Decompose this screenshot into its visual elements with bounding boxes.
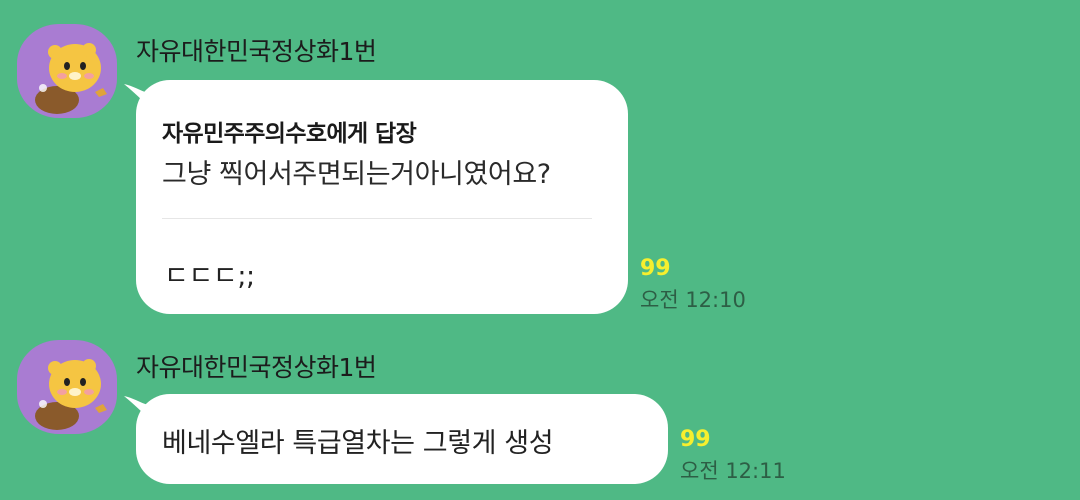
- message-bubble[interactable]: 베네수엘라 특급열차는 그렇게 생성: [136, 394, 668, 484]
- message-bubble[interactable]: 자유민주주의수호에게 답장 그냥 찍어서주면되는거아니였어요? ㄷㄷㄷ;;: [136, 80, 628, 314]
- reply-header: 자유민주주의수호에게 답장: [162, 121, 417, 147]
- reply-divider: [162, 218, 592, 219]
- profile-avatar[interactable]: [17, 24, 117, 118]
- sender-name: 자유대한민국정상화1번: [136, 353, 377, 382]
- profile-avatar[interactable]: [17, 340, 117, 434]
- message-meta: 99 오전 12:10: [640, 256, 746, 314]
- message-text: ㄷㄷㄷ;;: [164, 261, 255, 292]
- chat-message: 자유대한민국정상화1번 베네수엘라 특급열차는 그렇게 생성 99 오전 12:…: [0, 330, 1080, 500]
- timestamp: 오전 12:11: [680, 459, 786, 483]
- message-meta: 99 오전 12:11: [680, 427, 786, 485]
- bear-character-avatar-icon: [35, 43, 107, 114]
- reply-quoted-text[interactable]: 그냥 찍어서주면되는거아니였어요?: [162, 152, 551, 191]
- bear-character-avatar-icon: [35, 359, 107, 430]
- message-text: 베네수엘라 특급열차는 그렇게 생성: [162, 428, 554, 459]
- timestamp: 오전 12:10: [640, 288, 746, 312]
- sender-name: 자유대한민국정상화1번: [136, 37, 377, 66]
- unread-count: 99: [680, 427, 711, 452]
- unread-count: 99: [640, 256, 671, 281]
- chat-message: 자유대한민국정상화1번 자유민주주의수호에게 답장 그냥 찍어서주면되는거아니였…: [0, 0, 1080, 320]
